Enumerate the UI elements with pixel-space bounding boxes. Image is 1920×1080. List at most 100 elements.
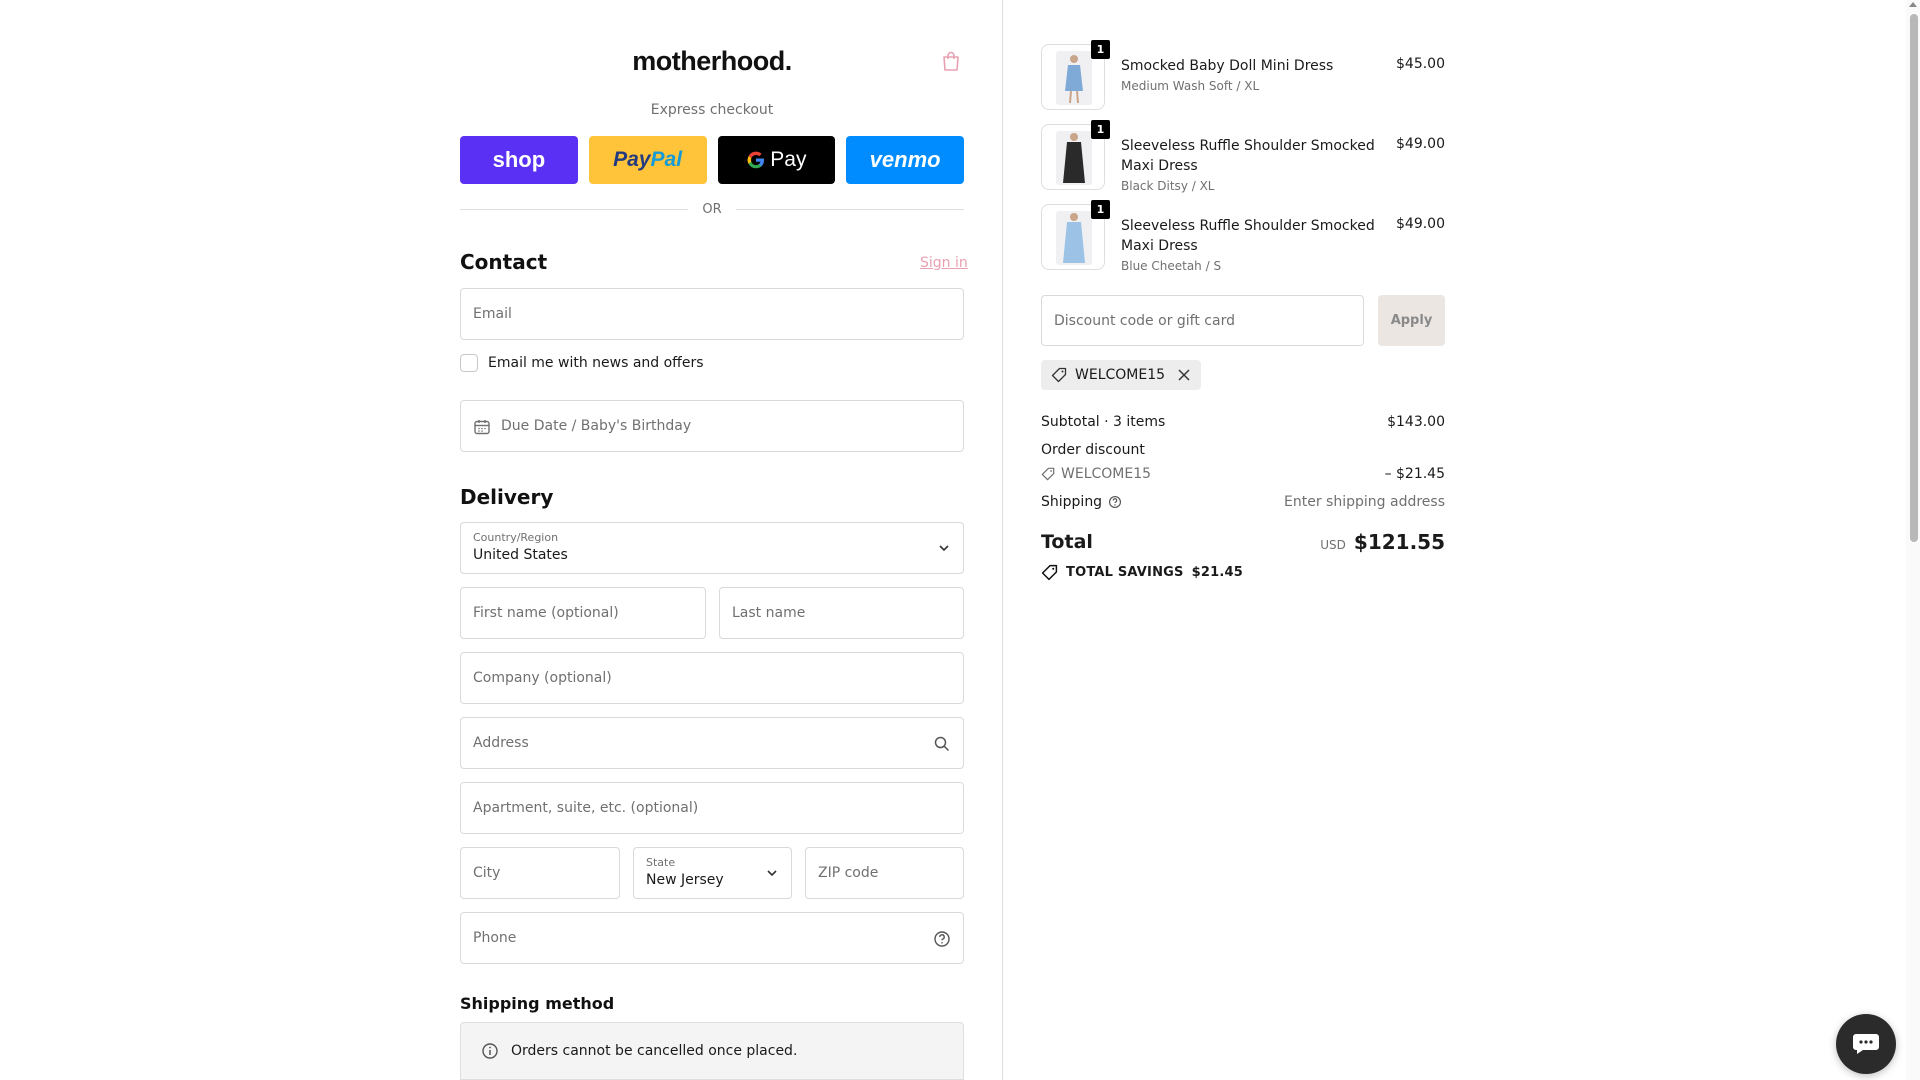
quantity-badge: 1	[1091, 40, 1110, 59]
discount-code-input[interactable]	[1042, 296, 1363, 345]
close-icon[interactable]	[1177, 368, 1191, 382]
newsletter-label: Email me with news and offers	[488, 355, 704, 371]
product-name: Smocked Baby Doll Mini Dress	[1121, 58, 1334, 74]
address-input[interactable]	[461, 718, 963, 768]
chat-icon	[1853, 1034, 1879, 1054]
scrollbar-thumb[interactable]	[1910, 14, 1918, 542]
paypal-label-pay: Pay	[613, 148, 651, 171]
product-variant: Medium Wash Soft / XL	[1121, 79, 1260, 93]
company-input[interactable]	[461, 653, 963, 703]
discount-code-field[interactable]	[1041, 295, 1364, 346]
shipping-notice: Orders cannot be cancelled once placed.	[460, 1022, 964, 1080]
or-divider: OR	[460, 202, 965, 217]
last-name-field[interactable]	[719, 587, 964, 639]
apartment-field[interactable]	[460, 782, 964, 834]
cart-line-item: 1 Smocked Baby Doll Mini Dress Medium Wa…	[1041, 40, 1445, 110]
info-icon	[482, 1043, 498, 1059]
product-variant: Black Ditsy / XL	[1121, 179, 1215, 193]
zip-field[interactable]	[805, 847, 964, 899]
chevron-down-icon	[767, 870, 777, 877]
subtotal-value: $143.00	[1387, 414, 1445, 430]
contact-heading: Contact	[460, 250, 548, 274]
google-g-icon	[747, 151, 765, 169]
paypal-button[interactable]: Pay Pal	[588, 136, 707, 184]
or-label: OR	[702, 202, 722, 217]
state-label: State	[646, 856, 676, 869]
cart-line-item: 1 Sleeveless Ruffle Shoulder Smocked Max…	[1041, 120, 1445, 193]
discount-code-label: WELCOME15	[1061, 466, 1152, 482]
state-value: New Jersey	[646, 872, 724, 888]
company-field[interactable]	[460, 652, 964, 704]
shop-pay-button[interactable]: shop	[460, 136, 578, 184]
product-name: Sleeveless Ruffle Shoulder Smocked Maxi …	[1121, 218, 1375, 254]
help-circle-icon[interactable]	[1108, 495, 1122, 509]
shipping-label: Shipping	[1041, 494, 1103, 510]
subtotal-row: Subtotal · 3 items $143.00	[1041, 414, 1445, 430]
product-price: $49.00	[1396, 136, 1445, 152]
tag-icon	[1041, 564, 1058, 581]
tag-icon	[1051, 367, 1067, 383]
country-label: Country/Region	[473, 531, 559, 544]
email-field[interactable]	[460, 288, 964, 340]
product-price: $49.00	[1396, 216, 1445, 232]
product-image	[1056, 211, 1092, 265]
calendar-icon	[474, 420, 490, 435]
country-select[interactable]: Country/Region United States	[460, 522, 964, 574]
search-icon	[934, 736, 950, 752]
newsletter-checkbox[interactable]	[460, 354, 478, 372]
shipping-row: Shipping Enter shipping address	[1041, 494, 1445, 510]
applied-discount-code: WELCOME15	[1075, 367, 1166, 383]
divider-line	[735, 209, 965, 210]
last-name-input[interactable]	[720, 588, 963, 638]
phone-field[interactable]	[460, 912, 964, 964]
due-date-field[interactable]	[460, 400, 964, 452]
state-select[interactable]: State New Jersey	[633, 847, 792, 899]
google-pay-button[interactable]: Pay	[717, 136, 836, 184]
express-checkout-label: Express checkout	[650, 102, 774, 118]
city-field[interactable]	[460, 847, 620, 899]
express-payment-buttons: shop Pay Pal Pay venmo	[460, 136, 964, 184]
checkout-main: motherhood. Express checkout shop Pay Pal…	[0, 0, 1002, 1080]
total-savings: TOTAL SAVINGS $21.45	[1041, 564, 1243, 581]
cart-line-item: 1 Sleeveless Ruffle Shoulder Smocked Max…	[1041, 200, 1445, 273]
first-name-input[interactable]	[461, 588, 705, 638]
scrollbar[interactable]	[1906, 0, 1920, 1080]
bag-icon[interactable]	[940, 50, 962, 72]
chevron-down-icon	[939, 545, 949, 552]
discount-code-row: WELCOME15 – $21.45	[1041, 466, 1445, 482]
shipping-notice-text: Orders cannot be cancelled once placed.	[511, 1043, 798, 1059]
zip-input[interactable]	[806, 848, 963, 898]
sign-in-link[interactable]: Sign in	[920, 255, 968, 271]
first-name-field[interactable]	[460, 587, 706, 639]
product-image	[1056, 131, 1092, 185]
venmo-label: venmo	[869, 147, 941, 172]
address-field[interactable]	[460, 717, 964, 769]
shipping-method-heading: Shipping method	[460, 994, 615, 1013]
help-circle-icon[interactable]	[933, 930, 951, 948]
shipping-label-group: Shipping	[1041, 494, 1122, 510]
order-discount-row: Order discount	[1041, 442, 1445, 458]
divider-line	[460, 209, 689, 210]
brand-logo[interactable]: motherhood.	[460, 46, 964, 77]
shipping-value: Enter shipping address	[1284, 494, 1445, 510]
country-value: United States	[473, 547, 568, 563]
newsletter-option[interactable]: Email me with news and offers	[460, 354, 704, 372]
email-input[interactable]	[461, 289, 963, 339]
apartment-input[interactable]	[461, 783, 963, 833]
discount-code-line: WELCOME15	[1041, 466, 1151, 482]
savings-value: $21.45	[1191, 565, 1243, 580]
dress-shape	[1065, 65, 1083, 91]
product-variant: Blue Cheetah / S	[1121, 259, 1222, 273]
city-input[interactable]	[461, 848, 619, 898]
subtotal-label: Subtotal · 3 items	[1041, 414, 1166, 430]
apply-discount-button[interactable]: Apply	[1378, 295, 1445, 346]
quantity-badge: 1	[1091, 200, 1110, 219]
due-date-input[interactable]	[461, 401, 963, 451]
product-image	[1056, 51, 1092, 105]
shop-pay-label: shop	[492, 147, 546, 172]
chat-launcher-button[interactable]	[1836, 1014, 1896, 1074]
order-discount-label: Order discount	[1041, 442, 1145, 458]
venmo-button[interactable]: venmo	[846, 136, 964, 184]
scroll-up-arrow[interactable]	[1909, 2, 1917, 7]
phone-input[interactable]	[461, 913, 963, 963]
